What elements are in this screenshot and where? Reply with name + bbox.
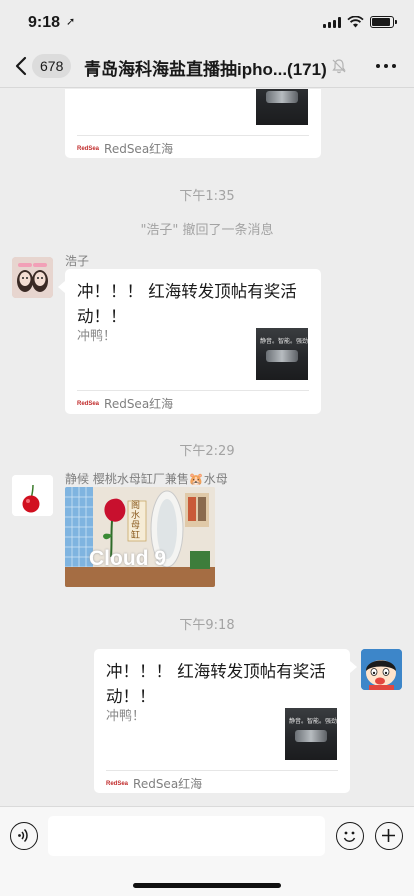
thumb-device	[266, 91, 298, 103]
voice-icon	[18, 828, 28, 843]
cellular-signal-icon	[323, 16, 341, 28]
link-card-haozi[interactable]: 冲！！！ 红海转发顶帖有奖活动！！ 冲鸭！ 静音。智能。强劲 RedSea Re…	[65, 269, 321, 414]
card-thumbnail	[256, 89, 308, 125]
card-title: 冲！！！ 红海转发顶帖有奖活动！！	[77, 282, 297, 326]
thumb-text: 静音。智能。强劲	[260, 338, 308, 345]
sender-name: 浩子	[65, 254, 90, 268]
card-source-label: RedSea红海	[104, 397, 174, 411]
card-source: RedSea RedSea红海	[77, 140, 173, 157]
unread-count-badge[interactable]: 678	[32, 54, 72, 78]
card-source: RedSea RedSea红海	[106, 775, 202, 792]
card-description: 冲鸭！	[106, 709, 146, 724]
my-avatar[interactable]	[361, 649, 402, 690]
voice-button[interactable]	[10, 822, 38, 850]
plus-icon	[382, 829, 395, 842]
group-name: 青岛海科海盐直播抽iphо...	[84, 60, 288, 79]
chat-history[interactable]: RedSea RedSea红海 下午1:35 "浩子" 撤回了一条消息 浩子 冲…	[0, 89, 414, 806]
home-indicator[interactable]	[133, 883, 281, 888]
mute-bell-icon	[332, 59, 346, 74]
card-description: 冲鸭！	[77, 329, 117, 344]
avatar[interactable]	[12, 475, 53, 516]
recall-notice: "浩子" 撤回了一条消息	[140, 223, 274, 238]
thumb-device	[266, 350, 298, 362]
status-bar: 9:18 ➚	[0, 0, 414, 44]
card-source-label: RedSea红海	[133, 777, 203, 791]
redsea-logo-icon: RedSea	[106, 780, 129, 787]
timestamp: 下午2:29	[179, 444, 235, 459]
chat-header: 678 青岛海科海盐直播抽iphо...(171)	[0, 44, 414, 88]
card-thumbnail: 静音。智能。强劲	[285, 708, 337, 760]
member-count: (171)	[287, 60, 327, 79]
message-input[interactable]	[48, 816, 325, 856]
link-card-mine[interactable]: 冲！！！ 红海转发顶帖有奖活动！！ 冲鸭！ 静音。智能。强劲 RedSea Re…	[94, 649, 350, 793]
location-arrow-icon: ➚	[66, 15, 76, 28]
battery-fill	[372, 18, 390, 26]
more-dots-icon[interactable]	[376, 64, 396, 68]
redsea-logo-icon: RedSea	[77, 145, 100, 152]
card-divider	[77, 390, 309, 391]
chat-title: 青岛海科海盐直播抽iphо...(171)	[84, 55, 330, 80]
card-thumbnail: 静音。智能。强劲	[256, 328, 308, 380]
thumb-text: 静音。智能。强劲	[289, 718, 337, 725]
photo-sign-text: Cloud 9	[89, 547, 166, 570]
card-divider	[77, 135, 309, 136]
avatar[interactable]	[12, 257, 53, 298]
card-title: 冲！！！ 红海转发顶帖有奖活动！！	[106, 662, 326, 706]
wifi-icon	[347, 16, 364, 28]
status-time: 9:18	[28, 14, 61, 31]
photo-sign-chars: 阁 水 母 缸	[131, 501, 141, 541]
bubble-tail	[58, 281, 65, 293]
link-card-top[interactable]: RedSea RedSea红海	[65, 89, 321, 158]
back-chevron-icon[interactable]	[14, 56, 28, 76]
status-icons	[323, 16, 397, 28]
plus-button[interactable]	[375, 822, 403, 850]
timestamp: 下午9:18	[179, 618, 235, 633]
card-divider	[106, 770, 338, 771]
image-message[interactable]: 阁 水 母 缸 Cloud 9	[65, 487, 215, 587]
input-bar	[0, 806, 414, 896]
timestamp: 下午1:35	[179, 189, 235, 204]
avatar-haozi-image	[12, 257, 53, 298]
emoji-icon	[343, 831, 356, 842]
bubble-tail	[350, 661, 357, 673]
thumb-device	[295, 730, 327, 742]
emoji-button[interactable]	[336, 822, 364, 850]
avatar-cartoon-boy	[361, 649, 402, 690]
battery-icon	[370, 16, 397, 28]
redsea-logo-icon: RedSea	[77, 400, 100, 407]
card-source: RedSea RedSea红海	[77, 395, 173, 412]
cherry-avatar-icon	[12, 475, 53, 516]
sender-name: 静候 樱桃水母缸厂兼售🐹水母	[65, 472, 228, 486]
card-source-label: RedSea红海	[104, 142, 174, 156]
